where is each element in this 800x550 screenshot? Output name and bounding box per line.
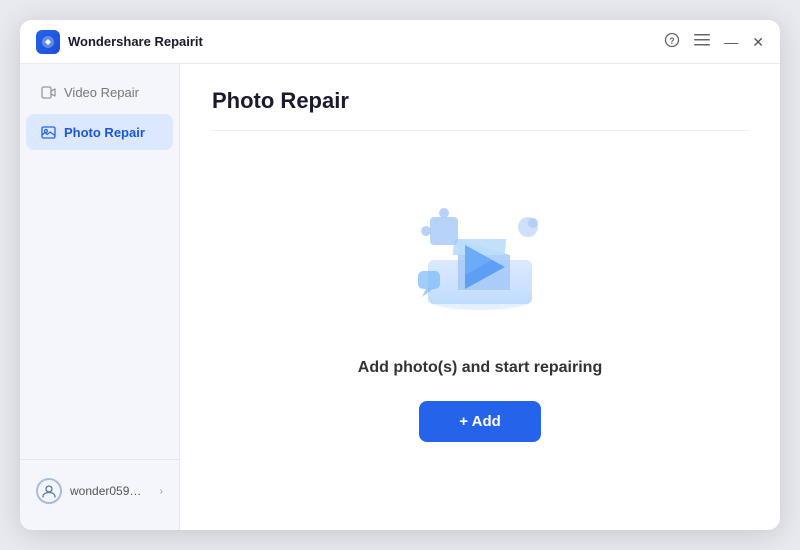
photo-illustration (400, 195, 560, 335)
close-button[interactable]: ✕ (752, 35, 764, 49)
photo-repair-label: Photo Repair (64, 125, 145, 140)
svg-text:?: ? (670, 36, 676, 46)
help-icon[interactable]: ? (664, 32, 680, 51)
sidebar-item-video-repair[interactable]: Video Repair (26, 74, 173, 110)
app-body: Video Repair Photo Repair (20, 64, 780, 530)
sidebar-item-photo-repair[interactable]: Photo Repair (26, 114, 173, 150)
menu-icon[interactable] (694, 34, 710, 49)
user-item[interactable]: wonder059@16... › (26, 470, 173, 512)
user-name: wonder059@16... (70, 484, 152, 498)
video-repair-label: Video Repair (64, 85, 139, 100)
sidebar: Video Repair Photo Repair (20, 64, 180, 530)
main-content: Photo Repair (180, 64, 780, 530)
app-window: Wondershare Repairit ? — ✕ (20, 20, 780, 530)
app-logo (36, 30, 60, 54)
title-bar-controls: ? — ✕ (664, 32, 764, 51)
minimize-button[interactable]: — (724, 35, 738, 49)
title-bar-left: Wondershare Repairit (36, 30, 664, 54)
page-title: Photo Repair (212, 88, 748, 131)
photo-repair-icon (40, 124, 56, 140)
app-title: Wondershare Repairit (68, 34, 203, 49)
sidebar-bottom: wonder059@16... › (20, 459, 179, 522)
user-chevron-icon: › (160, 486, 163, 497)
add-button[interactable]: + Add (419, 401, 541, 442)
avatar (36, 478, 62, 504)
video-repair-icon (40, 84, 56, 100)
title-bar: Wondershare Repairit ? — ✕ (20, 20, 780, 64)
add-button-label: + Add (459, 413, 501, 430)
content-area: Add photo(s) and start repairing + Add (212, 131, 748, 506)
prompt-text: Add photo(s) and start repairing (358, 359, 602, 377)
